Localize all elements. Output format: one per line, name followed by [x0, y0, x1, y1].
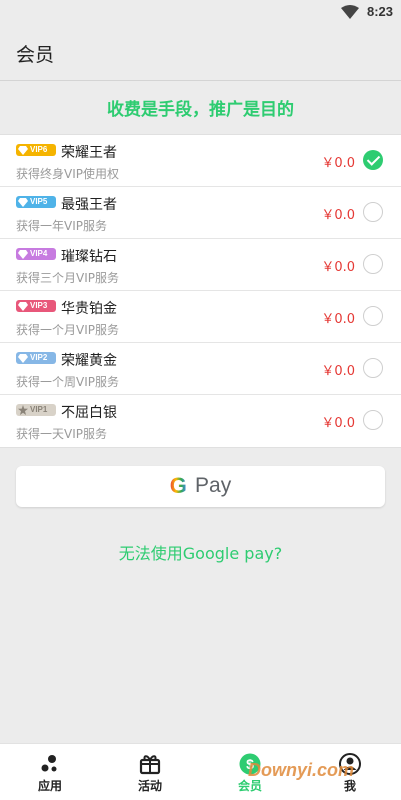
plan-name: 璀璨钻石 — [61, 249, 117, 265]
vip-badge: VIP2 — [16, 352, 56, 364]
plan-name: 华贵铂金 — [61, 301, 117, 317]
plan-name: 荣耀黄金 — [61, 353, 117, 369]
nav-label: 应用 — [37, 779, 62, 793]
plan-price: ￥0.0 — [321, 364, 355, 379]
gift-box-icon — [139, 755, 161, 775]
plan-price: ￥0.0 — [321, 312, 355, 327]
watermark: Downyi.com — [248, 760, 355, 780]
plan-description: 获得一个周VIP服务 — [16, 375, 119, 389]
google-g-logo: G — [169, 473, 187, 498]
slogan-text: 收费是手段，推广是目的 — [107, 100, 294, 120]
plan-description: 获得终身VIP使用权 — [16, 167, 119, 181]
nav-tab-activity[interactable]: 活动 — [100, 744, 200, 800]
vip-badge: VIP3 — [16, 300, 56, 312]
plan-description: 获得三个月VIP服务 — [16, 271, 119, 285]
page-title: 会员 — [16, 44, 55, 66]
diamond-icon — [18, 302, 28, 311]
plan-radio[interactable] — [363, 306, 383, 326]
star-icon — [18, 405, 28, 415]
plan-price: ￥0.0 — [321, 208, 355, 223]
nav-tab-apps[interactable]: 应用 — [0, 744, 100, 800]
diamond-icon — [18, 354, 28, 363]
plan-description: 获得一年VIP服务 — [16, 219, 107, 233]
plan-radio[interactable] — [363, 410, 383, 430]
plan-name: 荣耀王者 — [61, 145, 117, 161]
wifi-icon — [341, 5, 359, 19]
vip-badge: VIP6 — [16, 144, 56, 156]
plan-price: ￥0.0 — [321, 416, 355, 431]
plan-item[interactable]: VIP5 最强王者 获得一年VIP服务 ￥0.0 — [0, 187, 401, 239]
plan-item[interactable]: VIP1 不屈白银 获得一天VIP服务 ￥0.0 — [0, 395, 401, 447]
plan-item[interactable]: VIP6 荣耀王者 获得终身VIP使用权 ￥0.0 — [0, 135, 401, 187]
diamond-icon — [18, 198, 28, 207]
google-pay-button[interactable]: G Pay — [16, 466, 385, 507]
vip-badge: VIP5 — [16, 196, 56, 208]
app-bar: 会员 — [0, 24, 401, 81]
plan-radio[interactable] — [363, 202, 383, 222]
plan-item[interactable]: VIP2 荣耀黄金 获得一个周VIP服务 ￥0.0 — [0, 343, 401, 395]
vip-badge: VIP4 — [16, 248, 56, 260]
plan-name: 不屈白银 — [61, 405, 117, 421]
apps-dots-icon — [41, 755, 57, 772]
pay-text: Pay — [195, 474, 232, 497]
nav-label: 活动 — [137, 779, 162, 793]
plan-radio[interactable] — [363, 254, 383, 274]
plan-description: 获得一天VIP服务 — [16, 427, 107, 441]
vip-plan-list: VIP6 荣耀王者 获得终身VIP使用权 ￥0.0 VIP5 最强王者 获得一年… — [0, 134, 401, 448]
status-bar: 8:23 — [0, 0, 401, 24]
diamond-icon — [18, 250, 28, 259]
plan-description: 获得一个月VIP服务 — [16, 323, 119, 337]
status-time: 8:23 — [366, 4, 393, 19]
plan-radio[interactable] — [363, 358, 383, 378]
plan-price: ￥0.0 — [321, 156, 355, 171]
plan-radio-checked[interactable] — [363, 150, 383, 170]
plan-item[interactable]: VIP3 华贵铂金 获得一个月VIP服务 ￥0.0 — [0, 291, 401, 343]
plan-price: ￥0.0 — [321, 260, 355, 275]
diamond-icon — [18, 146, 28, 155]
vip-badge: VIP1 — [16, 404, 56, 416]
plan-name: 最强王者 — [61, 197, 117, 213]
plan-item[interactable]: VIP4 璀璨钻石 获得三个月VIP服务 ￥0.0 — [0, 239, 401, 291]
google-pay-unavailable-link[interactable]: 无法使用Google pay? — [0, 540, 401, 564]
